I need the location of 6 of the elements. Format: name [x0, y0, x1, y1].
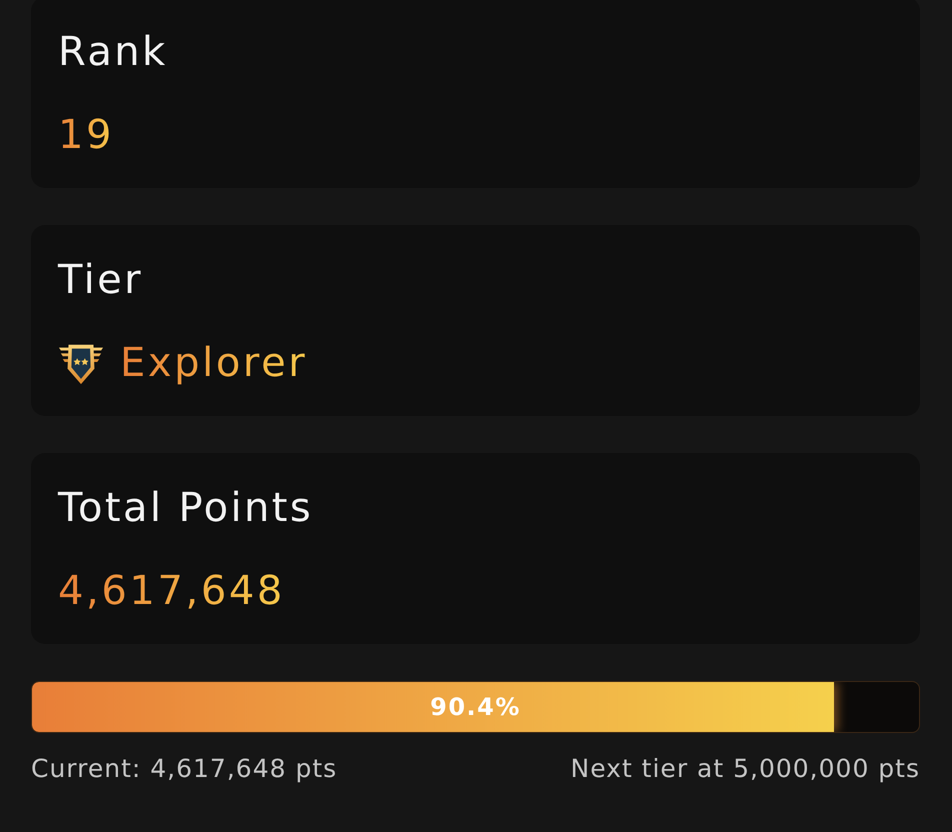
card-title: Tier	[58, 256, 144, 304]
next-tier-text: Next tier at 5,000,000 pts	[570, 753, 920, 785]
card-title: Total Points	[58, 484, 314, 532]
card-title: Rank	[58, 28, 169, 76]
progress-percent: 90.4%	[430, 693, 521, 721]
current-points-text: Current: 4,617,648 pts	[31, 753, 338, 785]
